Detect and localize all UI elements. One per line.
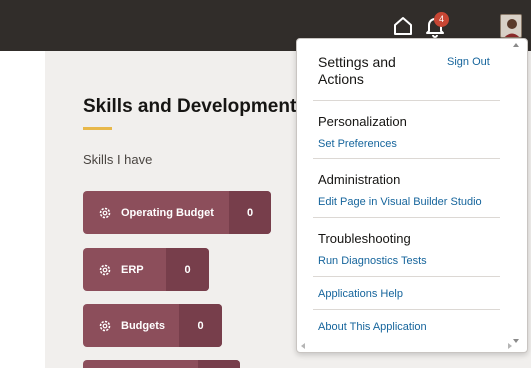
skill-chip-budgets[interactable]: Budgets 0	[83, 304, 222, 347]
skill-chip-count: 0	[229, 191, 271, 234]
vertical-scrollbar[interactable]	[511, 43, 521, 349]
skill-chip-main	[83, 360, 198, 368]
scroll-up-arrow-icon[interactable]	[513, 43, 519, 47]
personalization-heading: Personalization	[318, 114, 407, 129]
set-preferences-link[interactable]: Set Preferences	[318, 138, 397, 150]
divider	[313, 309, 500, 310]
skill-chip-count: 0	[179, 304, 222, 347]
title-underline	[83, 127, 112, 130]
skill-chip-erp[interactable]: ERP 0	[83, 248, 209, 291]
notification-count-badge: 4	[434, 12, 449, 27]
skill-chip-main: Budgets	[83, 304, 179, 347]
gear-icon	[98, 206, 112, 220]
sign-out-link[interactable]: Sign Out	[447, 56, 490, 68]
skills-label: Skills I have	[83, 152, 153, 167]
skill-chip-main: ERP	[83, 248, 166, 291]
divider	[313, 217, 500, 218]
home-icon[interactable]	[392, 15, 414, 37]
run-diagnostics-link[interactable]: Run Diagnostics Tests	[318, 255, 427, 267]
skill-chip-count: 0	[166, 248, 209, 291]
page-title: Skills and Development	[83, 96, 297, 117]
troubleshooting-heading: Troubleshooting	[318, 231, 411, 246]
skill-chip-partial[interactable]	[83, 360, 240, 368]
divider	[313, 100, 500, 101]
menu-title: Settings and Actions	[318, 54, 396, 87]
scroll-left-arrow-icon[interactable]	[301, 343, 305, 349]
scroll-right-arrow-icon[interactable]	[508, 343, 512, 349]
about-application-link[interactable]: About This Application	[318, 321, 427, 333]
skill-chip-count	[198, 360, 240, 368]
divider	[313, 276, 500, 277]
settings-actions-menu: Settings and Actions Sign Out Personaliz…	[296, 38, 528, 353]
user-photo-icon	[501, 15, 521, 37]
page-margin	[0, 51, 45, 368]
gear-icon	[98, 319, 112, 333]
skill-chip-label: Budgets	[121, 319, 165, 332]
edit-page-link[interactable]: Edit Page in Visual Builder Studio	[318, 196, 482, 208]
scroll-down-arrow-icon[interactable]	[513, 339, 519, 343]
gear-icon	[98, 263, 112, 277]
applications-help-link[interactable]: Applications Help	[318, 288, 403, 300]
avatar[interactable]	[500, 14, 522, 38]
skill-chip-operating-budget[interactable]: Operating Budget 0	[83, 191, 271, 234]
skill-chip-label: ERP	[121, 263, 144, 276]
administration-heading: Administration	[318, 172, 401, 187]
skill-chip-label: Operating Budget	[121, 206, 214, 219]
skill-chip-main: Operating Budget	[83, 191, 229, 234]
divider	[313, 158, 500, 159]
